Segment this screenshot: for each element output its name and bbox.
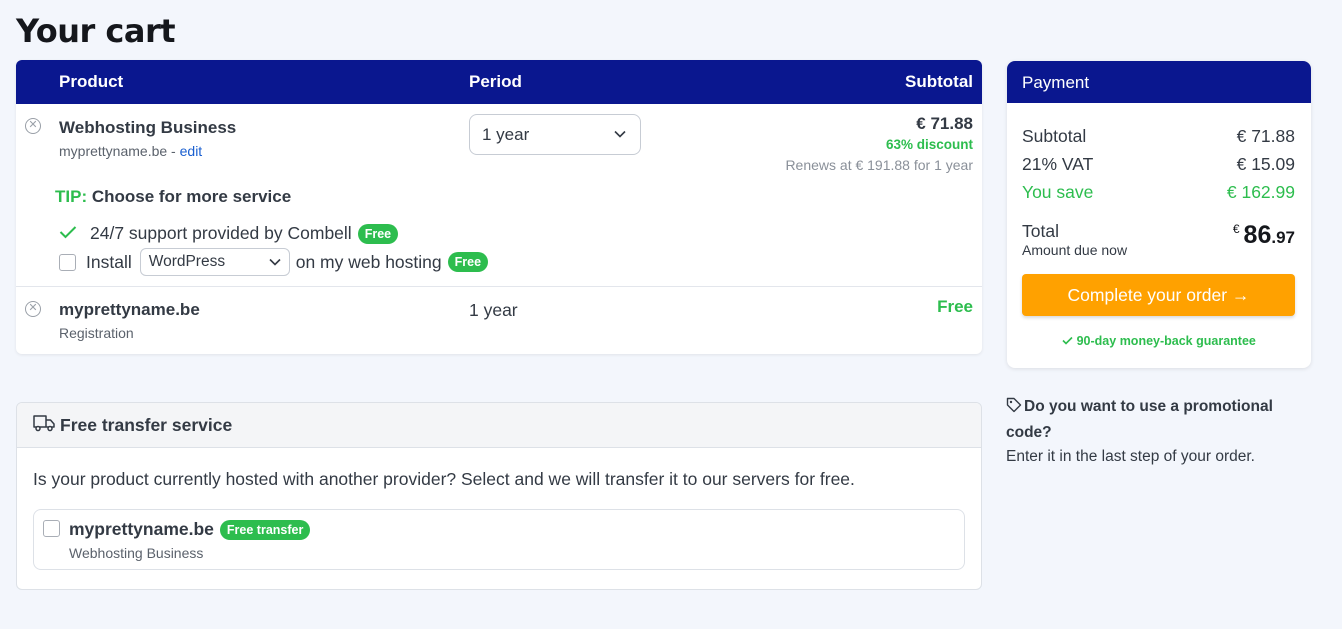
product-sub: Registration xyxy=(59,325,134,341)
guarantee: 90-day money-back guarantee xyxy=(1007,334,1311,348)
check-icon xyxy=(59,224,81,244)
promo-question-text: Do you want to use a promotional code? xyxy=(1006,398,1273,441)
remove-icon[interactable]: ✕ xyxy=(25,118,41,134)
header-period: Period xyxy=(469,72,522,91)
check-icon xyxy=(1062,334,1076,348)
vat-value: € 15.09 xyxy=(1236,154,1295,174)
transfer-item-name: myprettyname.be Free transfer xyxy=(69,519,311,540)
transfer-item-sub: Webhosting Business xyxy=(69,545,204,561)
transfer-checkbox[interactable] xyxy=(43,520,60,537)
save-label: You save xyxy=(1022,182,1094,202)
promo-question: Do you want to use a promotional code? xyxy=(1006,395,1306,445)
cart-row-domain: ✕ myprettyname.be Registration 1 year Fr… xyxy=(16,287,982,354)
total-sub: Amount due now xyxy=(1022,242,1128,258)
save-value: € 162.99 xyxy=(1226,182,1295,202)
tip-heading: TIP: Choose for more service xyxy=(55,187,291,207)
free-badge: Free xyxy=(357,223,399,244)
tip-prefix: TIP: xyxy=(55,187,88,206)
header-subtotal: Subtotal xyxy=(905,72,973,91)
item-price: Free xyxy=(937,297,973,316)
page-title: Your cart xyxy=(16,12,176,50)
savings-row: You save € 162.99 xyxy=(1022,182,1295,203)
truck-icon xyxy=(33,414,60,437)
transfer-item[interactable]: myprettyname.be Free transfer Webhosting… xyxy=(33,509,965,570)
period-text: 1 year xyxy=(469,300,518,320)
item-price: € 71.88 xyxy=(916,114,973,133)
product-name: myprettyname.be xyxy=(59,300,200,319)
renews-text: Renews at € 191.88 for 1 year xyxy=(785,157,973,173)
edit-link[interactable]: edit xyxy=(180,143,203,159)
promo-info: Do you want to use a promotional code? E… xyxy=(1006,395,1306,469)
transfer-header: Free transfer service xyxy=(17,403,981,448)
cart-header: Product Period Subtotal xyxy=(16,60,982,104)
guarantee-text: 90-day money-back guarantee xyxy=(1076,334,1256,348)
discount-label: 63% discount xyxy=(885,137,973,152)
subtotal-row: Subtotal € 71.88 xyxy=(1022,126,1295,147)
vat-label: 21% VAT xyxy=(1022,154,1094,174)
transfer-title: Free transfer service xyxy=(60,414,233,435)
subtotal-value: € 71.88 xyxy=(1236,126,1295,146)
install-label: Install xyxy=(86,251,132,272)
total-cents: .97 xyxy=(1271,228,1295,247)
domain-separator: - xyxy=(167,143,180,159)
free-transfer-badge: Free transfer xyxy=(219,519,311,540)
support-text: 24/7 support provided by Combell xyxy=(90,223,352,243)
install-suffix: on my web hosting xyxy=(295,251,442,272)
promo-answer: Enter it in the last step of your order. xyxy=(1006,448,1255,465)
cart-table: Product Period Subtotal ✕ Webhosting Bus… xyxy=(16,60,982,354)
total-value: €86.97 xyxy=(1233,221,1295,250)
cms-select[interactable]: WordPress xyxy=(139,248,290,276)
complete-order-button[interactable]: Complete your order → xyxy=(1022,274,1295,316)
total-currency: € xyxy=(1232,222,1240,236)
period-value: 1 year xyxy=(482,125,530,144)
remove-icon[interactable]: ✕ xyxy=(25,301,41,317)
period-select[interactable]: 1 year xyxy=(469,114,641,155)
cart-row-webhosting: ✕ Webhosting Business myprettyname.be - … xyxy=(16,104,982,287)
product-domain: myprettyname.be - edit xyxy=(59,143,202,159)
header-product: Product xyxy=(59,72,124,91)
cms-select-value: WordPress xyxy=(148,253,226,270)
free-badge: Free xyxy=(447,252,489,272)
product-name: Webhosting Business xyxy=(59,118,237,137)
tag-icon xyxy=(1006,397,1022,421)
total-int: 86 xyxy=(1243,221,1272,249)
support-option: 24/7 support provided by Combell Free xyxy=(59,223,399,244)
transfer-domain: myprettyname.be xyxy=(69,519,214,539)
total-label: Total xyxy=(1022,221,1059,241)
transfer-description: Is your product currently hosted with an… xyxy=(33,469,855,489)
subtotal-label: Subtotal xyxy=(1022,126,1087,146)
payment-title: Payment xyxy=(1007,61,1311,103)
transfer-panel: Free transfer service Is your product cu… xyxy=(16,402,982,590)
domain-text: myprettyname.be xyxy=(59,143,168,159)
install-option: Install WordPress on my web hosting Free xyxy=(59,248,489,276)
payment-panel: Payment Subtotal € 71.88 21% VAT € 15.09… xyxy=(1007,61,1311,368)
install-checkbox[interactable] xyxy=(59,253,76,271)
chevron-down-icon xyxy=(269,253,281,271)
chevron-down-icon xyxy=(614,126,626,141)
tip-text: Choose for more service xyxy=(87,187,292,206)
vat-row: 21% VAT € 15.09 xyxy=(1022,154,1295,175)
